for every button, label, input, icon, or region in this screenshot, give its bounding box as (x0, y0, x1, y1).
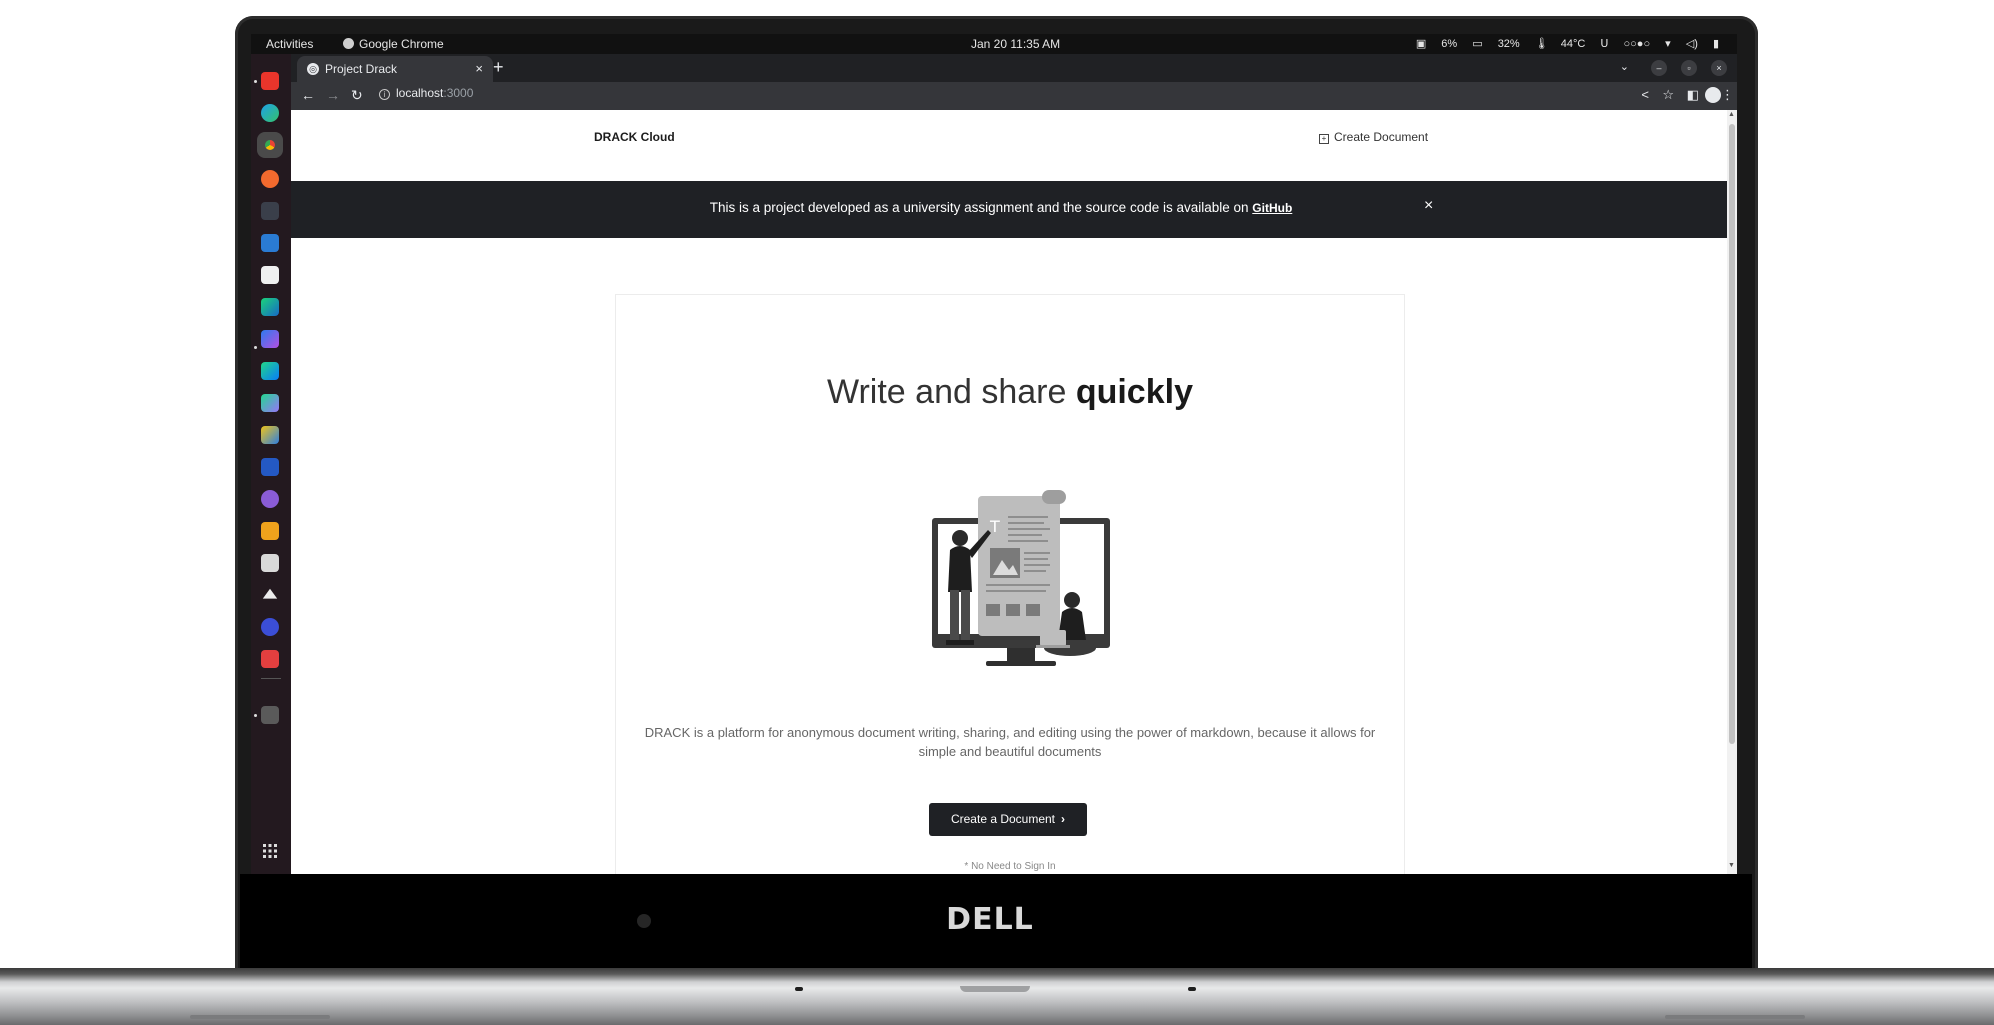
show-apps-icon[interactable] (263, 844, 277, 858)
datagrip-icon[interactable] (261, 394, 279, 412)
hero-title: Write and share quickly (616, 373, 1404, 412)
battery-icon: ▮ (1712, 38, 1719, 50)
scroll-up-icon[interactable]: ▲ (1728, 111, 1735, 118)
address-bar[interactable]: i localhost:3000 (379, 86, 1639, 106)
create-document-link[interactable]: + Create Document (1319, 130, 1428, 144)
laptop-foot (1665, 1015, 1805, 1019)
terminal-icon[interactable] (261, 706, 279, 724)
edge-icon[interactable] (261, 104, 279, 122)
ide-icon[interactable] (261, 426, 279, 444)
camera-icon (637, 914, 651, 928)
github-link[interactable]: GitHub (1252, 201, 1292, 215)
close-tab-icon[interactable]: × (475, 61, 483, 76)
site-info-icon[interactable]: i (379, 89, 390, 100)
hero-title-light: Write and share (827, 373, 1076, 411)
running-indicator (254, 80, 257, 83)
writing-illustration: T (932, 490, 1110, 666)
trello-icon[interactable] (261, 458, 279, 476)
disk-value: 6% (1441, 38, 1458, 50)
postman-icon[interactable] (261, 170, 279, 188)
helm-icon[interactable] (261, 618, 279, 636)
site-brand[interactable]: DRACK Cloud (594, 130, 675, 144)
activities-button[interactable]: Activities (266, 37, 313, 51)
disk-indicator: ▣ 6% (1415, 38, 1458, 50)
notion-icon[interactable] (261, 266, 279, 284)
back-button[interactable]: ← (301, 87, 315, 103)
hero-title-bold: quickly (1075, 373, 1193, 411)
create-document-button-label: Create a Document (950, 812, 1056, 826)
laptop-brand-logo: DELL (946, 902, 1034, 937)
workspace-indicator-icon: ○○●○ (1623, 38, 1651, 50)
maximize-button[interactable]: ▫ (1681, 60, 1697, 76)
page-viewport: DRACK Cloud + Create Document This is a p… (291, 110, 1737, 874)
laptop-notch (960, 986, 1030, 992)
os-top-bar: Activities Google Chrome Jan 20 11:35 AM… (251, 34, 1737, 54)
tab-strip: ◎ Project Drack × + ⌄ – ▫ × (291, 54, 1737, 82)
hero-description: DRACK is a platform for anonymous docume… (644, 725, 1376, 759)
sign-in-note: * No Need to Sign In (964, 861, 1056, 872)
chrome-logo-icon (265, 140, 275, 150)
more-menu-icon[interactable]: ⋮ (1721, 87, 1734, 103)
screenshot-app-icon[interactable] (261, 234, 279, 252)
url-host: localhost (396, 86, 444, 100)
share-icon[interactable]: < (1641, 87, 1649, 102)
figma-icon[interactable] (261, 650, 279, 668)
hero-card: Write and share quickly T DRACK is a pla… (615, 294, 1405, 874)
laptop-foot (190, 1015, 330, 1019)
globe-icon: ◎ (307, 63, 319, 75)
vim-icon[interactable] (261, 554, 279, 572)
power-icon: ᑌ (1600, 38, 1609, 50)
goland-icon[interactable] (261, 330, 279, 348)
minimize-button[interactable]: – (1651, 60, 1667, 76)
running-indicator (254, 346, 257, 349)
reload-button[interactable]: ↻ (351, 87, 363, 104)
terminal-app-icon[interactable] (261, 202, 279, 220)
temperature-indicator: 🌡︎ 44°C (1534, 38, 1586, 50)
temperature-value: 44°C (1560, 38, 1586, 50)
sublime-icon[interactable] (261, 522, 279, 540)
scroll-down-icon[interactable]: ▼ (1728, 862, 1735, 869)
forward-button[interactable]: → (326, 87, 340, 103)
system-status[interactable]: ▣ 6% ▭ 32% 🌡︎ 44°C ᑌ ○○●○ ▾ ◁) ▮ (1404, 37, 1719, 50)
create-document-label: Create Document (1334, 130, 1429, 144)
banner-text: This is a project developed as a univers… (709, 200, 1253, 215)
vivaldi-icon[interactable] (261, 72, 279, 90)
site-header: DRACK Cloud + Create Document (291, 110, 1727, 181)
create-document-button[interactable]: Create a Document › (929, 803, 1087, 836)
wifi-icon: ▾ (1665, 38, 1671, 50)
page-scrollbar[interactable]: ▲ ▼ (1727, 110, 1737, 874)
clion-icon[interactable] (261, 298, 279, 316)
close-banner-icon[interactable]: × (1424, 197, 1433, 215)
laptop-screw (795, 987, 803, 991)
memory-value: 32% (1497, 38, 1520, 50)
dock-separator (261, 678, 281, 679)
new-tab-button[interactable]: + (493, 57, 504, 78)
obsidian-icon[interactable] (261, 490, 279, 508)
app-menu-label: Google Chrome (359, 37, 444, 51)
profile-avatar-icon[interactable] (1705, 87, 1721, 103)
banner-message: This is a project developed as a univers… (291, 200, 1727, 215)
tab-project-drack[interactable]: ◎ Project Drack × (297, 56, 493, 82)
volume-icon: ◁) (1685, 38, 1698, 50)
bookmark-star-icon[interactable]: ☆ (1662, 87, 1674, 103)
dock (251, 54, 291, 874)
chevron-right-icon: › (1061, 812, 1066, 826)
tab-title: Project Drack (325, 62, 398, 76)
memory-indicator: ▭ 32% (1472, 38, 1520, 50)
tab-search-icon[interactable]: ⌄ (1620, 60, 1629, 73)
info-banner: This is a project developed as a univers… (291, 181, 1727, 238)
plus-square-icon: + (1319, 134, 1329, 144)
clock[interactable]: Jan 20 11:35 AM (971, 37, 1060, 51)
app-menu[interactable]: Google Chrome (343, 37, 444, 51)
inkscape-icon[interactable] (262, 588, 278, 599)
laptop-screw (1188, 987, 1196, 991)
side-panel-icon[interactable]: ◧ (1687, 87, 1699, 103)
chrome-icon (343, 38, 354, 49)
scroll-thumb[interactable] (1729, 124, 1735, 744)
close-window-button[interactable]: × (1711, 60, 1727, 76)
running-indicator (254, 714, 257, 717)
url-port: :3000 (443, 86, 474, 100)
browser-toolbar: ← → ↻ i localhost:3000 < ☆ ◧ ⋮ (291, 82, 1737, 110)
webstorm-icon[interactable] (261, 362, 279, 380)
